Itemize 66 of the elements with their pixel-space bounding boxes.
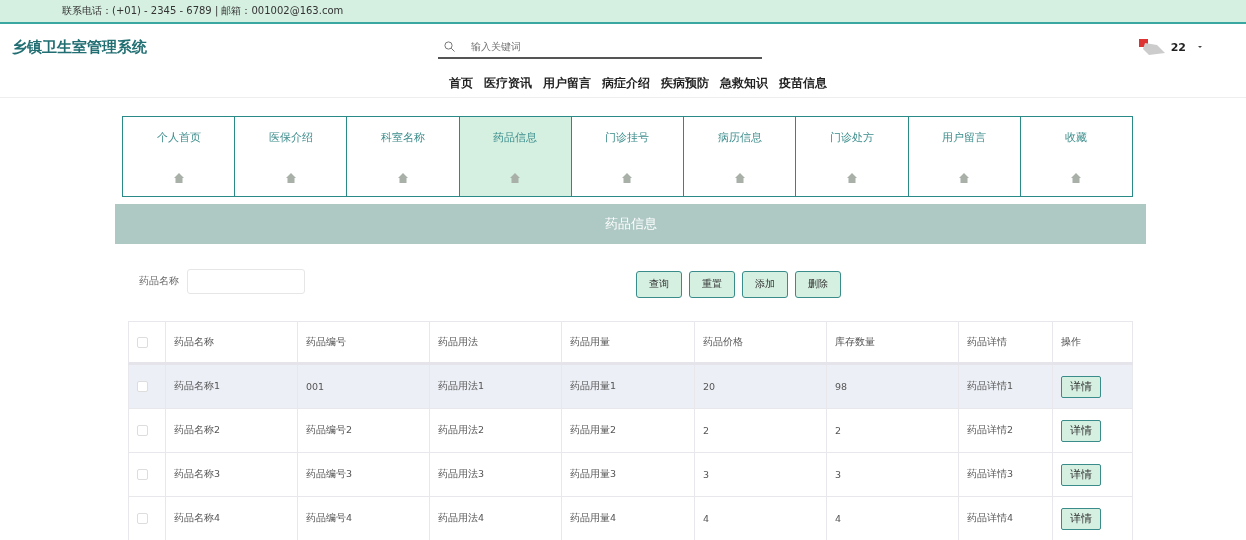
- house-icon: [398, 173, 409, 183]
- details-button[interactable]: 详情: [1061, 507, 1101, 530]
- action-button[interactable]: 删除: [795, 271, 841, 298]
- checkbox[interactable]: [137, 381, 148, 392]
- nav-link[interactable]: 用户留言: [543, 76, 591, 91]
- nav-link[interactable]: 医疗资讯: [484, 76, 532, 91]
- details-button[interactable]: 详情: [1061, 375, 1101, 398]
- table-cell: 2: [694, 408, 827, 453]
- details-button[interactable]: 详情: [1061, 419, 1101, 442]
- section-title: 药品信息: [115, 204, 1146, 244]
- menu-tab[interactable]: 门诊处方: [795, 116, 909, 197]
- table-cell: 98: [826, 363, 959, 409]
- checkbox[interactable]: [137, 469, 148, 480]
- table-cell: 药品用量3: [561, 452, 695, 497]
- user-name[interactable]: 22: [1170, 40, 1186, 54]
- table-cell: 药品名称3: [165, 452, 298, 497]
- house-icon: [173, 173, 184, 183]
- action-button[interactable]: 查询: [636, 271, 682, 298]
- table-cell: 药品编号2: [297, 408, 430, 453]
- table-cell: 20: [694, 363, 827, 409]
- nav-link[interactable]: 急救知识: [720, 76, 768, 91]
- table-cell: 药品名称1: [165, 363, 298, 409]
- nav-link[interactable]: 疾病预防: [661, 76, 709, 91]
- checkbox[interactable]: [137, 336, 148, 348]
- action-button[interactable]: 重置: [689, 271, 735, 298]
- table-cell: 药品用法2: [429, 408, 562, 453]
- search-field[interactable]: 输入关键词: [469, 39, 673, 53]
- menu-tab[interactable]: 科室名称: [346, 116, 460, 197]
- menu-tab[interactable]: 个人首页: [122, 116, 236, 197]
- menu-tab[interactable]: 用户留言: [907, 116, 1021, 197]
- nav-link[interactable]: 首页: [449, 76, 473, 91]
- field-label: 药品名称: [139, 275, 179, 288]
- table-cell: 001: [297, 363, 430, 409]
- table-cell: 药品名称2: [165, 408, 298, 453]
- house-icon: [510, 173, 521, 183]
- table-cell: 药品详情3: [958, 452, 1053, 497]
- table-cell: 药品编号3: [297, 452, 430, 497]
- table-cell: 药品详情1: [958, 363, 1053, 409]
- table-cell: 药品用法3: [429, 452, 562, 497]
- table-cell: 药品用量2: [561, 408, 695, 453]
- table-cell: 药品详情2: [958, 408, 1053, 453]
- house-icon: [1071, 173, 1082, 183]
- site-title: 乡镇卫生室管理系统: [11, 37, 148, 57]
- action-button[interactable]: 添加: [742, 271, 788, 298]
- house-icon: [285, 173, 296, 183]
- house-icon: [959, 173, 970, 183]
- house-icon: [622, 173, 633, 183]
- table-cell: 3: [694, 452, 827, 497]
- checkbox[interactable]: [137, 513, 148, 524]
- menu-tab[interactable]: 医保介绍: [234, 116, 348, 197]
- house-icon: [734, 173, 745, 183]
- house-icon: [846, 173, 857, 183]
- name-input-field[interactable]: [187, 269, 305, 294]
- menu-tab[interactable]: 病历信息: [683, 116, 797, 197]
- table-cell: 2: [826, 408, 959, 453]
- nav-link[interactable]: 病症介绍: [602, 76, 650, 91]
- table-cell: 3: [826, 452, 959, 497]
- table-cell: 药品用量1: [561, 363, 695, 409]
- checkbox[interactable]: [137, 425, 148, 436]
- table-cell: 药品用法1: [429, 363, 562, 409]
- contact-info: 联系电话：(+01) - 2345 - 6789 | 邮箱：001002@163.com: [62, 4, 344, 18]
- menu-tab[interactable]: 门诊挂号: [570, 116, 685, 197]
- menu-tab[interactable]: 收藏: [1019, 116, 1133, 197]
- details-button[interactable]: 详情: [1061, 463, 1101, 486]
- search-icon: [444, 40, 455, 52]
- nav-link[interactable]: 疫苗信息: [779, 76, 827, 91]
